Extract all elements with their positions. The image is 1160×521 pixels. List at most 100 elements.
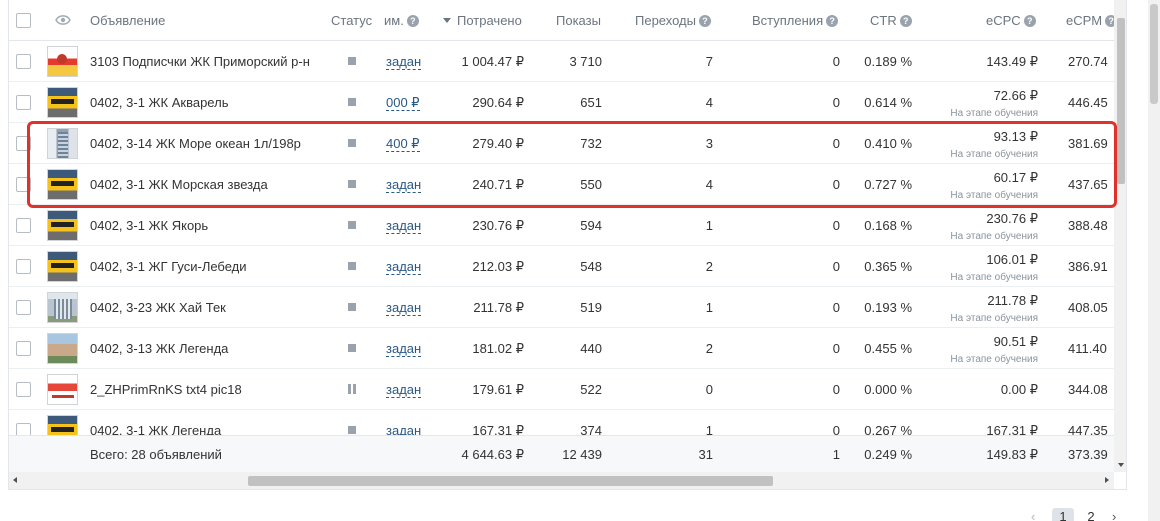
column-header-clicks[interactable]: Переходы? (635, 0, 711, 41)
help-icon[interactable]: ? (698, 15, 711, 27)
ad-name-link[interactable]: 0402, 3-1 ЖК Якорь (90, 205, 208, 246)
help-icon[interactable]: ? (1105, 15, 1114, 27)
stop-icon[interactable] (348, 57, 356, 65)
stop-icon[interactable] (348, 139, 356, 147)
table-row[interactable]: 0402, 3-23 ЖК Хай Тек задан 211.78 ₽ 519 1 0 0… (9, 287, 1114, 328)
select-all-checkbox[interactable] (16, 13, 31, 28)
spent-value: 212.03 ₽ (472, 259, 524, 274)
row-checkbox[interactable] (16, 300, 31, 315)
column-header-status[interactable]: Статус (331, 0, 372, 41)
row-checkbox[interactable] (16, 341, 31, 356)
scroll-right-arrow-icon[interactable] (1105, 477, 1109, 483)
pagination-next-button[interactable]: › (1112, 508, 1116, 521)
pause-icon[interactable] (348, 384, 356, 394)
row-checkbox[interactable] (16, 54, 31, 69)
scroll-left-arrow-icon[interactable] (13, 477, 17, 483)
table-horizontal-scrollbar[interactable] (9, 472, 1114, 489)
clicks-value: 1 (705, 218, 713, 233)
tower-icon[interactable] (47, 128, 78, 159)
joins-value: 0 (832, 136, 840, 151)
pagination-prev-button[interactable]: ‹ (1031, 508, 1035, 521)
budget-link[interactable]: 400 ₽ (386, 136, 420, 152)
ad-name-link[interactable]: 2_ZHPrimRnKS txt4 pic18 (90, 369, 242, 410)
ad-name-link[interactable]: 0402, 3-13 ЖК Легенда (90, 328, 228, 369)
ad-name-link[interactable]: 0402, 3-1 ЖГ Гуси-Лебеди (90, 246, 247, 287)
table-row[interactable]: 0402, 3-1 ЖК Акварель 000 ₽ 290.64 ₽ 651 4 0 0… (9, 82, 1114, 123)
table-row[interactable]: 0402, 3-1 ЖК Якорь задан 230.76 ₽ 594 1 0 0.16… (9, 205, 1114, 246)
help-icon[interactable]: ? (406, 15, 419, 27)
ads-table: Объявление Статус им.? Потрачено Показы … (8, 0, 1127, 490)
ad-name-link[interactable]: 3103 Подписчки ЖК Приморский р-н (90, 41, 310, 82)
budget-link[interactable]: задан (386, 300, 422, 316)
row-checkbox[interactable] (16, 259, 31, 274)
page-scrollbar[interactable] (1148, 0, 1160, 521)
column-header-ad[interactable]: Объявление (90, 0, 165, 41)
ad-name-link[interactable]: 0402, 3-1 ЖК Морская звезда (90, 164, 268, 205)
table-row[interactable]: 0402, 3-1 ЖГ Гуси-Лебеди задан 212.03 ₽ 548… (9, 246, 1114, 287)
table-vertical-scrollbar[interactable] (1114, 0, 1126, 472)
row-checkbox[interactable] (16, 177, 31, 192)
stop-icon[interactable] (348, 262, 356, 270)
table-row[interactable]: 3103 Подписчки ЖК Приморский р-н задан 1 0… (9, 41, 1114, 82)
column-header-ctr[interactable]: CTR? (870, 0, 912, 41)
budget-link[interactable]: 000 ₽ (386, 95, 420, 111)
table-row[interactable]: 0402, 3-1 ЖК Морская звезда задан 240.71 ₽… (9, 164, 1114, 205)
budget-link[interactable]: задан (386, 177, 422, 193)
row-checkbox[interactable] (16, 136, 31, 151)
column-header-impressions[interactable]: Показы (556, 0, 601, 41)
stop-icon[interactable] (348, 221, 356, 229)
page-scroll-thumb[interactable] (1150, 4, 1158, 104)
yellow-banner-icon[interactable] (47, 169, 78, 200)
scroll-down-arrow-icon[interactable] (1118, 463, 1124, 467)
budget-link[interactable]: задан (386, 218, 422, 234)
stop-icon[interactable] (348, 180, 356, 188)
yellow-banner-icon[interactable] (47, 251, 78, 282)
table-row[interactable]: 0402, 3-13 ЖК Легенда задан 181.02 ₽ 440 2 0 0… (9, 328, 1114, 369)
budget-link[interactable]: задан (386, 54, 422, 70)
help-icon[interactable]: ? (899, 15, 912, 27)
stop-icon[interactable] (348, 98, 356, 106)
column-header-ecpc[interactable]: eCPC? (986, 0, 1036, 41)
column-header-spent[interactable]: Потрачено (443, 0, 522, 41)
yellow-banner-icon[interactable] (47, 87, 78, 118)
kids-icon[interactable] (47, 46, 78, 77)
budget-link[interactable]: задан (386, 382, 422, 398)
row-checkbox[interactable] (16, 382, 31, 397)
ecpc-learning-note: На этапе обучения (950, 231, 1038, 242)
impressions-value: 594 (580, 218, 602, 233)
stop-icon[interactable] (348, 426, 356, 434)
ad-name-link[interactable]: 0402, 3-1 ЖК Акварель (90, 82, 228, 123)
yellow-banner-icon[interactable] (47, 210, 78, 241)
eye-icon[interactable] (53, 0, 73, 41)
row-checkbox[interactable] (16, 95, 31, 110)
stop-icon[interactable] (348, 344, 356, 352)
ad-name-link[interactable]: 0402, 3-14 ЖК Море океан 1л/198р (90, 123, 301, 164)
row-checkbox[interactable] (16, 218, 31, 233)
stop-icon[interactable] (348, 303, 356, 311)
ad-name-link[interactable]: 0402, 3-23 ЖК Хай Тек (90, 287, 226, 328)
budget-link[interactable]: задан (386, 341, 422, 357)
budget-link[interactable]: задан (386, 259, 422, 275)
table-row[interactable]: 2_ZHPrimRnKS txt4 pic18 задан 179.61 ₽ 522 0… (9, 369, 1114, 410)
red-banner-icon[interactable] (47, 374, 78, 405)
totals-ctr: 0.249 % (864, 447, 912, 462)
help-icon[interactable]: ? (1023, 15, 1036, 27)
building-icon[interactable] (47, 292, 78, 323)
pagination-page-1[interactable]: 1 (1052, 508, 1074, 521)
impressions-value: 3 710 (569, 54, 602, 69)
clicks-value: 4 (705, 177, 713, 192)
column-header-budget[interactable]: им.? (384, 0, 419, 41)
joins-value: 0 (832, 300, 840, 315)
table-totals-row: Всего: 28 объявлений 4 644.63 ₽ 12 439 3… (9, 435, 1114, 472)
column-header-ecpm[interactable]: eCPM? (1066, 0, 1114, 41)
column-header-joins[interactable]: Вступления? (752, 0, 839, 41)
help-icon[interactable]: ? (826, 15, 839, 27)
pagination-page-2[interactable]: 2 (1084, 508, 1098, 521)
ecpc-learning-note: На этапе обучения (950, 272, 1038, 283)
table-row[interactable]: 0402, 3-14 ЖК Море океан 1л/198р 400 ₽ 279… (9, 123, 1114, 164)
city-icon[interactable] (47, 333, 78, 364)
horizontal-scroll-thumb[interactable] (248, 476, 773, 486)
vertical-scroll-thumb[interactable] (1117, 18, 1125, 184)
impressions-value: 732 (580, 136, 602, 151)
ctr-value: 0.000 % (864, 382, 912, 397)
